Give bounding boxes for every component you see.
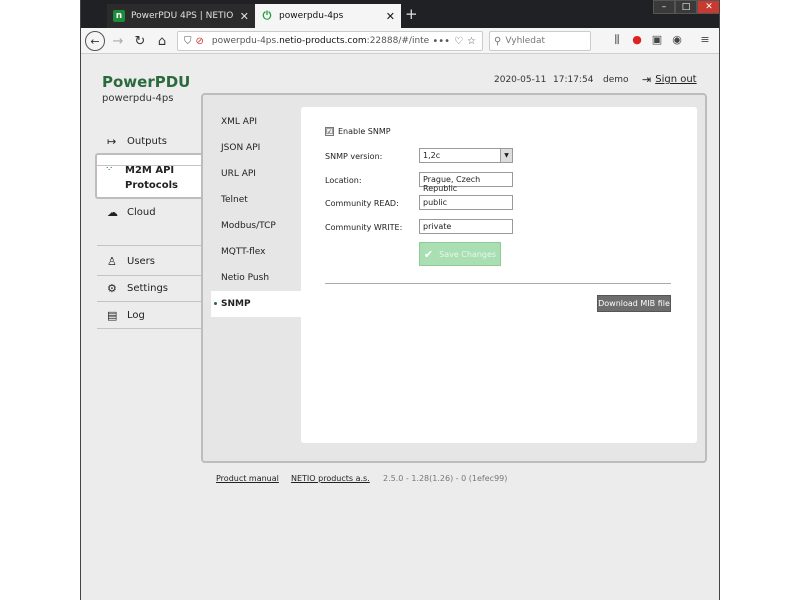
user-icon: ♙ <box>107 254 117 268</box>
outputs-icon: ↦ <box>107 134 117 148</box>
protocol-item-url-api[interactable]: URL API <box>221 169 256 179</box>
sidebar-divider <box>97 275 201 276</box>
browser-window: n PowerPDU 4PS | NETIO produc ✕ ⏻ powerp… <box>80 0 720 600</box>
protocol-item-modbus[interactable]: Modbus/TCP <box>221 221 276 231</box>
protocol-item-json-api[interactable]: JSON API <box>221 143 260 153</box>
tab-bar: n PowerPDU 4PS | NETIO produc ✕ ⏻ powerp… <box>81 0 719 28</box>
user-display: demo <box>603 75 629 85</box>
sign-out-link[interactable]: ⇥ Sign out <box>642 73 697 86</box>
window-close-icon[interactable]: ✕ <box>697 0 719 14</box>
device-name: powerpdu-4ps <box>102 93 174 104</box>
snmp-settings-form: ☑ Enable SNMP SNMP version: 1,2c ▼ Locat… <box>301 107 697 443</box>
home-icon[interactable]: ⌂ <box>153 31 171 51</box>
location-input[interactable]: Prague, Czech Republic <box>419 172 513 193</box>
sidebar-item-cloud[interactable]: ☁ Cloud <box>107 202 156 222</box>
close-tab-icon[interactable]: ✕ <box>240 10 249 23</box>
location-label: Location: <box>325 176 362 185</box>
community-write-input[interactable]: private <box>419 219 513 234</box>
checkmark-icon: ✔ <box>423 247 434 261</box>
snmp-version-label: SNMP version: <box>325 152 383 161</box>
community-read-label: Community READ: <box>325 199 399 208</box>
gear-icon: ⚙ <box>107 281 117 295</box>
bookmark-star-icon[interactable]: ☆ <box>467 36 476 47</box>
search-icon: ⚲ <box>494 35 502 47</box>
company-link[interactable]: NETIO products a.s. <box>291 474 370 483</box>
divider <box>325 283 671 284</box>
checkbox-checked-icon: ☑ <box>325 127 334 136</box>
page-content: PowerPDU powerpdu-4ps 2020-05-11 17:17:5… <box>81 55 719 600</box>
sidebar-divider <box>97 301 201 302</box>
log-icon: ▤ <box>107 308 118 322</box>
tab-title: PowerPDU 4PS | NETIO produc <box>131 11 236 21</box>
sidebar-item-m2m-api[interactable]: ⁘ M2M API Protocols <box>95 153 203 199</box>
dropdown-arrow-icon: ▼ <box>500 149 512 162</box>
firmware-version: 2.5.0 - 1.28(1.26) - 0 (1efec99) <box>383 474 508 483</box>
protocol-item-telnet[interactable]: Telnet <box>221 195 248 205</box>
sidebar-item-users[interactable]: ♙ Users <box>107 251 155 271</box>
back-icon[interactable]: ← <box>85 31 105 51</box>
url-text: powerpdu-4ps.netio-products.com:22888/#/… <box>211 36 430 46</box>
shield-icon: ⛉ <box>184 35 192 47</box>
save-changes-button[interactable]: ✔ Save Changes <box>419 242 501 266</box>
sidebar-item-log[interactable]: ▤ Log <box>107 305 145 325</box>
insecure-lock-icon: ⊘ <box>195 35 204 47</box>
community-read-input[interactable]: public <box>419 195 513 210</box>
navigation-bar: ← → ↻ ⌂ ⛉ ⊘ powerpdu-4ps.netio-products.… <box>81 28 719 54</box>
extension-icon[interactable]: ◉ <box>669 33 685 46</box>
protocol-item-netio-push[interactable]: Netio Push <box>221 273 269 283</box>
forward-icon[interactable]: → <box>109 31 127 51</box>
date-display: 2020-05-11 <box>494 75 547 85</box>
search-input[interactable]: ⚲ Vyhledat <box>489 31 591 51</box>
library-icon[interactable]: ⫼ <box>609 33 625 47</box>
power-favicon-icon: ⏻ <box>262 9 272 22</box>
product-manual-link[interactable]: Product manual <box>216 474 279 483</box>
url-bar[interactable]: ⛉ ⊘ powerpdu-4ps.netio-products.com:2288… <box>177 31 483 51</box>
brand-title: PowerPDU <box>102 73 191 91</box>
community-write-label: Community WRITE: <box>325 223 403 232</box>
reload-icon[interactable]: ↻ <box>131 31 149 51</box>
time-display: 17:17:54 <box>553 75 594 85</box>
cloud-icon: ☁ <box>107 205 118 219</box>
tab-netio-product[interactable]: n PowerPDU 4PS | NETIO produc ✕ <box>107 4 255 28</box>
sidebar-divider <box>97 328 201 329</box>
tab-powerpdu[interactable]: ⏻ powerpdu-4ps ✕ <box>255 4 401 28</box>
menu-icon[interactable]: ≡ <box>697 33 713 46</box>
download-mib-button[interactable]: Download MIB file <box>597 295 671 312</box>
protocol-item-mqtt[interactable]: MQTT-flex <box>221 247 265 257</box>
new-tab-icon[interactable]: + <box>405 5 418 23</box>
close-tab-icon[interactable]: ✕ <box>386 10 395 23</box>
protocol-panel: XML API JSON API URL API Telnet Modbus/T… <box>201 93 707 463</box>
snmp-version-select[interactable]: 1,2c ▼ <box>419 148 513 163</box>
sidebar-divider <box>97 245 201 246</box>
enable-snmp-checkbox[interactable]: ☑ Enable SNMP <box>325 127 391 136</box>
netio-favicon-icon: n <box>113 10 125 22</box>
sidebar-item-outputs[interactable]: ↦ Outputs <box>107 131 167 151</box>
minimize-icon[interactable]: – <box>653 0 675 14</box>
reader-icon[interactable]: ▣ <box>649 33 665 46</box>
active-dot-icon <box>214 302 217 305</box>
page-actions-icon[interactable]: ••• <box>432 36 450 47</box>
adblock-icon[interactable]: ● <box>629 33 645 46</box>
sidebar-divider <box>97 165 201 166</box>
protocol-item-snmp[interactable]: SNMP <box>211 291 301 317</box>
tab-title: powerpdu-4ps <box>279 11 344 21</box>
protocol-item-xml-api[interactable]: XML API <box>221 117 257 127</box>
maximize-icon[interactable]: □ <box>675 0 697 14</box>
sign-out-icon: ⇥ <box>642 73 652 86</box>
pocket-icon[interactable]: ♡ <box>454 36 463 47</box>
sidebar-item-settings[interactable]: ⚙ Settings <box>107 278 168 298</box>
